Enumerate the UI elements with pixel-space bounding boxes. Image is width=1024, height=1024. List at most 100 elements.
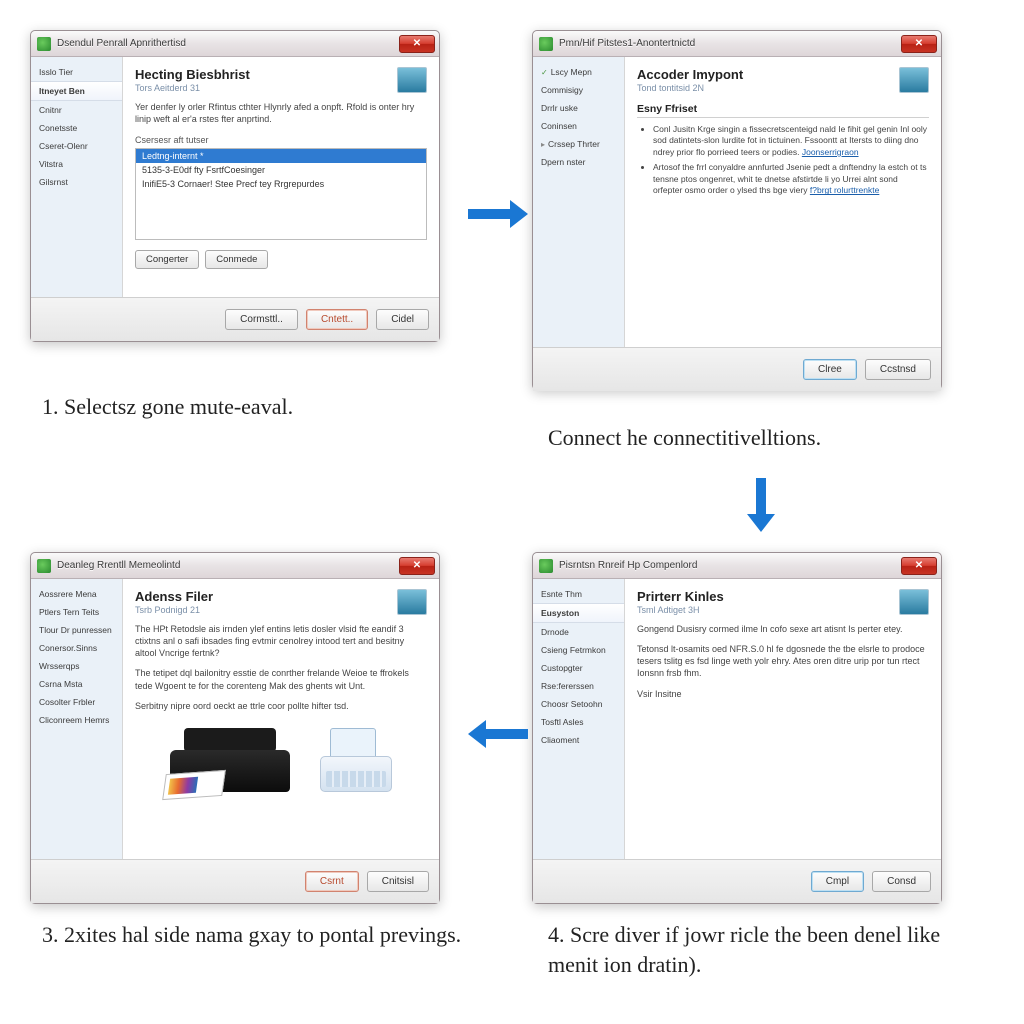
printer-thumbnail-icon (899, 589, 929, 615)
dialog-main: Hecting Biesbhrist Tors Aeitderd 31 Yer … (123, 57, 439, 297)
sidebar-item[interactable]: Aossrere Mena (31, 585, 122, 603)
sidebar-item[interactable]: Cliaoment (533, 731, 624, 749)
close-icon[interactable]: ✕ (901, 35, 937, 53)
sidebar-item[interactable]: Csrna Msta (31, 675, 122, 693)
connect-button[interactable]: Conmede (205, 250, 268, 269)
arrow-down-icon (747, 478, 775, 532)
dialog-step4: Pisrntsn Rnreif Hp Compenlord ✕ Esnte Th… (532, 552, 942, 904)
sidebar-item[interactable]: Gilsrnst (31, 173, 122, 191)
sidebar-item[interactable]: Cnitnr (31, 101, 122, 119)
arrow-right-icon (468, 200, 528, 228)
sidebar-item[interactable]: Drrlr uske (533, 99, 624, 117)
printer-illustration (135, 722, 427, 792)
sidebar-item[interactable]: Ptlers Tern Teits (31, 603, 122, 621)
list-item[interactable]: 5135-3-E0df fty FsrtfCoesinger (136, 163, 426, 177)
sidebar-item[interactable]: Rse:fererssen (533, 677, 624, 695)
paragraph: The tetipet dql bailonitry esstie de con… (135, 667, 427, 691)
sidebar-item[interactable]: Wrsserqps (31, 657, 122, 675)
cancel-button[interactable]: Cnitsisl (367, 871, 429, 892)
list-item[interactable]: InifiE5-3 Cornaer! Stee Precf tey Rrgrep… (136, 177, 426, 191)
step-caption-4: 4. Scre diver if jowr ricle the been den… (548, 920, 978, 979)
printer-thumbnail-icon (397, 67, 427, 93)
listbox-label: Csersesr aft tutser (135, 135, 427, 145)
sidebar-item[interactable]: Lscy Mepn (533, 63, 624, 81)
page-heading: Adenss Filer (135, 589, 391, 604)
paragraph: Serbitny nipre oord oeckt ae ttrle coor … (135, 700, 427, 712)
sidebar-item[interactable]: Tlour Dr punressen (31, 621, 122, 639)
printer-icon (170, 722, 310, 792)
info-item: Conl Jusitn Krge singin a fissecretscent… (653, 124, 929, 158)
page-subheading: Tsrb Podnigd 21 (135, 605, 391, 615)
help-link[interactable]: f?brgt rolurttrenkte (810, 185, 879, 195)
close-icon[interactable]: ✕ (399, 557, 435, 575)
help-link[interactable]: Joonserrigraon (802, 147, 859, 157)
sidebar-item[interactable]: Choosr Setoohn (533, 695, 624, 713)
sidebar-item[interactable]: Cliconreem Hemrs (31, 711, 122, 729)
page-subheading: Tors Aeitderd 31 (135, 83, 391, 93)
configure-button[interactable]: Congerter (135, 250, 199, 269)
sidebar-item[interactable]: Conersor.Sinns (31, 639, 122, 657)
info-item: Artosof the frrl conyaldre annfurted Jse… (653, 162, 929, 196)
sidebar-item[interactable]: Isslo Tier (31, 63, 122, 81)
window-title: Deanleg Rrentll Memeolintd (57, 560, 393, 571)
titlebar[interactable]: Pmn/Hif Pitstes1-Anontertnictd ✕ (533, 31, 941, 57)
wizard-sidebar: Aossrere Mena Ptlers Tern Teits Tlour Dr… (31, 579, 123, 859)
printer-thumbnail-icon (899, 67, 929, 93)
app-icon (37, 37, 51, 51)
titlebar[interactable]: Deanleg Rrentll Memeolintd ✕ (31, 553, 439, 579)
sidebar-item[interactable]: Itneyet Ben (31, 81, 122, 101)
dialog-step3: Deanleg Rrentll Memeolintd ✕ Aossrere Me… (30, 552, 440, 904)
wizard-sidebar: Lscy Mepn Commisigy Drrlr uske Coninsen … (533, 57, 625, 347)
next-button[interactable]: Cntett.. (306, 309, 368, 330)
dialog-main: Prirterr Kinles Tsml Adtiget 3H Gongend … (625, 579, 941, 859)
sidebar-item[interactable]: Cosolter Frbler (31, 693, 122, 711)
sidebar-item[interactable]: Custopgter (533, 659, 624, 677)
paragraph: The HPt Retodsle ais irnden ylef entins … (135, 623, 427, 659)
close-icon[interactable]: ✕ (901, 557, 937, 575)
cancel-button[interactable]: Consd (872, 871, 931, 892)
sidebar-item[interactable]: Vitstra (31, 155, 122, 173)
sidebar-item[interactable]: Crssep Thrter (533, 135, 624, 153)
app-icon (539, 37, 553, 51)
step-caption-1: 1. Selectsz gone mute-eaval. (42, 392, 472, 422)
next-button[interactable]: Csrnt (305, 871, 359, 892)
close-icon[interactable]: ✕ (399, 35, 435, 53)
sidebar-item[interactable]: Tosftl Asles (533, 713, 624, 731)
dialog-step2: Pmn/Hif Pitstes1-Anontertnictd ✕ Lscy Me… (532, 30, 942, 390)
paragraph: Vsir Insitne (637, 688, 929, 700)
wizard-sidebar: Isslo Tier Itneyet Ben Cnitnr Conetsste … (31, 57, 123, 297)
section-title: Esny Ffriset (637, 103, 929, 118)
connection-listbox[interactable]: Ledtng-internt * 5135-3-E0df fty FsrtfCo… (135, 148, 427, 240)
cancel-button[interactable]: Ccstnsd (865, 359, 931, 380)
sidebar-item[interactable]: Eusyston (533, 603, 624, 623)
list-item[interactable]: Ledtng-internt * (136, 149, 426, 163)
sidebar-item[interactable]: Esnte Thm (533, 585, 624, 603)
sidebar-item[interactable]: Coninsen (533, 117, 624, 135)
next-button[interactable]: Cmpl (811, 871, 864, 892)
wizard-sidebar: Esnte Thm Eusyston Drnode Csieng Fetrmko… (533, 579, 625, 859)
dialog-footer: Csrnt Cnitsisl (31, 859, 439, 903)
sidebar-item[interactable]: Cseret-Olenr (31, 137, 122, 155)
titlebar[interactable]: Dsendul Penrall Apnrithertisd ✕ (31, 31, 439, 57)
page-subheading: Tond tontitsid 2N (637, 83, 893, 93)
sidebar-item[interactable]: Drnode (533, 623, 624, 641)
paragraph: Gongend Dusisry cormed ilme ln cofo sexe… (637, 623, 929, 635)
footer-button[interactable]: Cormsttl.. (225, 309, 298, 330)
sidebar-item[interactable]: Conetsste (31, 119, 122, 137)
titlebar[interactable]: Pisrntsn Rnreif Hp Compenlord ✕ (533, 553, 941, 579)
dialog-footer: Clree Ccstnsd (533, 347, 941, 391)
page-subheading: Tsml Adtiget 3H (637, 605, 893, 615)
close-button[interactable]: Clree (803, 359, 857, 380)
app-icon (539, 559, 553, 573)
app-icon (37, 559, 51, 573)
cancel-button[interactable]: Cidel (376, 309, 429, 330)
step-caption-2: Connect he connectitivelltions. (548, 423, 978, 453)
description-text: Yer denfer ly orler Rfintus cthter Hlynr… (135, 101, 427, 125)
dialog-step1: Dsendul Penrall Apnrithertisd ✕ Isslo Ti… (30, 30, 440, 342)
sidebar-item[interactable]: Dpern nster (533, 153, 624, 171)
dialog-footer: Cormsttl.. Cntett.. Cidel (31, 297, 439, 341)
info-list: Conl Jusitn Krge singin a fissecretscent… (653, 124, 929, 201)
sidebar-item[interactable]: Csieng Fetrmkon (533, 641, 624, 659)
dialog-footer: Cmpl Consd (533, 859, 941, 903)
sidebar-item[interactable]: Commisigy (533, 81, 624, 99)
